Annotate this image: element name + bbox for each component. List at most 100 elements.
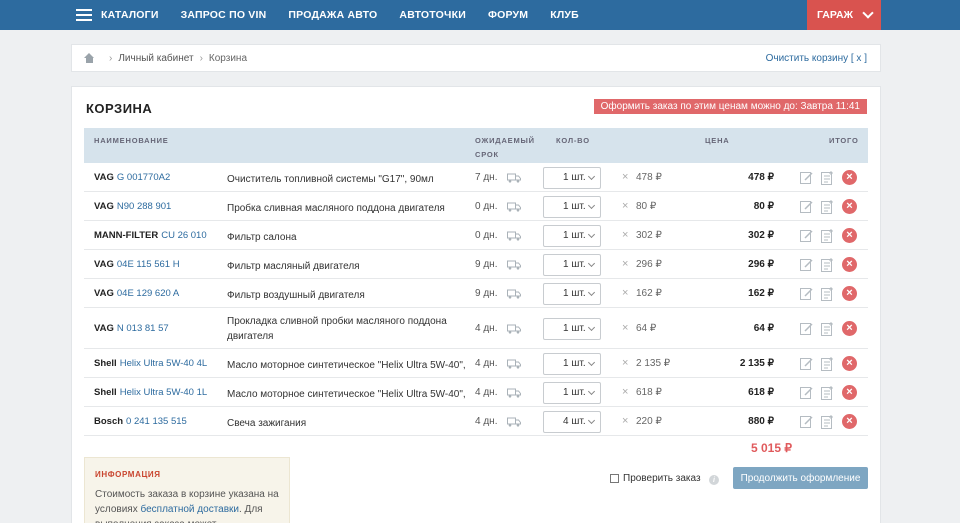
nav-forum[interactable]: ФОРУМ	[488, 9, 528, 21]
part-brand: VAG 04E 129 620 A	[94, 288, 179, 299]
remove-icon[interactable]: ×	[842, 385, 857, 400]
line-total: 880 ₽	[748, 415, 774, 427]
part-description: Прокладка сливной пробки масляного поддо…	[227, 316, 447, 342]
unit-price: 296 ₽	[636, 258, 662, 270]
quantity-select[interactable]: 1 шт.	[543, 381, 601, 404]
free-delivery-link[interactable]: бесплатной доставки	[141, 504, 240, 515]
header-qty: КОЛ-ВО	[556, 136, 590, 145]
info-icon[interactable]: i	[709, 475, 719, 485]
header-term: ОЖИДАЕМЫЙ	[475, 136, 535, 145]
cart-row: MANN-FILTER CU 26 010 Фильтр салона 0 дн. 1 …	[84, 221, 868, 250]
edit-icon[interactable]	[800, 386, 813, 399]
nav-club[interactable]: КЛУБ	[550, 9, 579, 21]
remove-icon[interactable]: ×	[842, 414, 857, 429]
quantity-select[interactable]: 1 шт.	[543, 224, 601, 247]
cart-row: Shell Helix Ultra 5W-40 4L Масло моторное …	[84, 349, 868, 378]
edit-icon[interactable]	[800, 171, 813, 184]
edit-icon[interactable]	[800, 322, 813, 335]
multiply-icon: ×	[622, 321, 629, 334]
clear-cart-link[interactable]: Очистить корзину [ x ]	[766, 53, 867, 64]
part-description: Масло моторное синтетическое "Helix Ultr…	[227, 359, 467, 371]
brand-name: VAG	[94, 287, 114, 299]
quantity-select[interactable]: 1 шт.	[543, 282, 601, 305]
part-number-link[interactable]: G 001770A2	[117, 172, 170, 183]
quantity-select[interactable]: 4 шт.	[543, 410, 601, 433]
quantity-value: 1 шт.	[563, 288, 586, 299]
add-note-icon[interactable]	[821, 356, 834, 371]
truck-icon	[507, 324, 521, 334]
add-note-icon[interactable]	[821, 321, 834, 336]
part-number-link[interactable]: 04E 115 561 H	[117, 259, 180, 270]
multiply-icon: ×	[622, 356, 629, 369]
add-note-icon[interactable]	[821, 385, 834, 400]
brand-name: Shell	[94, 386, 117, 398]
multiply-icon: ×	[622, 199, 629, 212]
remove-icon[interactable]: ×	[842, 228, 857, 243]
remove-icon[interactable]: ×	[842, 199, 857, 214]
brand-name: Bosch	[94, 415, 124, 427]
check-order-checkbox[interactable]: Проверить заказ	[610, 473, 701, 484]
quantity-value: 1 шт.	[563, 259, 586, 270]
continue-checkout-button[interactable]: Продолжить оформление	[733, 467, 868, 489]
cart-row: VAG 04E 129 620 A Фильтр воздушный двигате…	[84, 279, 868, 308]
check-order-label: Проверить заказ	[623, 473, 701, 484]
cart-row: Bosch 0 241 135 515 Свеча зажигания 4 дн. 4 …	[84, 407, 868, 436]
part-number-link[interactable]: Helix Ultra 5W-40 1L	[120, 387, 207, 398]
add-note-icon[interactable]	[821, 228, 834, 243]
quantity-select[interactable]: 1 шт.	[543, 352, 601, 375]
remove-icon[interactable]: ×	[842, 286, 857, 301]
breadcrumb-personal-cabinet[interactable]: Личный кабинет	[118, 53, 193, 64]
remove-icon[interactable]: ×	[842, 321, 857, 336]
table-header: НАИМЕНОВАНИЕ ОЖИДАЕМЫЙ СРОК КОЛ-ВО ЦЕНА …	[84, 128, 868, 163]
edit-icon[interactable]	[800, 287, 813, 300]
add-note-icon[interactable]	[821, 257, 834, 272]
nav-vin-request[interactable]: ЗАПРОС ПО VIN	[181, 9, 267, 21]
add-note-icon[interactable]	[821, 414, 834, 429]
remove-icon[interactable]: ×	[842, 356, 857, 371]
quantity-select[interactable]: 1 шт.	[543, 195, 601, 218]
edit-icon[interactable]	[800, 258, 813, 271]
nav-auto-points[interactable]: АВТОТОЧКИ	[399, 9, 466, 21]
garage-button[interactable]: ГАРАЖ	[807, 0, 881, 30]
delivery-days: 4 дн.	[475, 357, 498, 369]
quantity-select[interactable]: 1 шт.	[543, 253, 601, 276]
order-deadline-badge: Оформить заказ по этим ценам можно до: З…	[593, 99, 867, 114]
edit-icon[interactable]	[800, 200, 813, 213]
checkbox-icon[interactable]	[610, 474, 619, 483]
part-description: Масло моторное синтетическое "Helix Ultr…	[227, 388, 467, 400]
header-price: ЦЕНА	[705, 136, 730, 145]
edit-icon[interactable]	[800, 229, 813, 242]
unit-price: 618 ₽	[636, 386, 662, 398]
quantity-value: 1 шт.	[563, 358, 586, 369]
chevron-right-icon: ›	[109, 52, 113, 64]
brand-name: MANN-FILTER	[94, 229, 159, 241]
part-number-link[interactable]: 04E 129 620 A	[117, 288, 179, 299]
unit-price: 302 ₽	[636, 229, 662, 241]
delivery-days: 9 дн.	[475, 287, 498, 299]
nav-car-sale[interactable]: ПРОДАЖА АВТО	[288, 9, 377, 21]
edit-icon[interactable]	[800, 357, 813, 370]
truck-icon	[507, 173, 521, 183]
header-term-2: СРОК	[475, 150, 499, 159]
remove-icon[interactable]: ×	[842, 257, 857, 272]
home-icon[interactable]	[84, 53, 95, 63]
remove-icon[interactable]: ×	[842, 170, 857, 185]
part-brand: VAG 04E 115 561 H	[94, 259, 180, 270]
quantity-select[interactable]: 1 шт.	[543, 317, 601, 340]
part-number-link[interactable]: N90 288 901	[117, 201, 171, 212]
cart-row: VAG G 001770A2 Очиститель топливной систем…	[84, 163, 868, 192]
edit-icon[interactable]	[800, 415, 813, 428]
menu-icon[interactable]	[76, 9, 92, 21]
quantity-select[interactable]: 1 шт.	[543, 166, 601, 189]
part-number-link[interactable]: CU 26 010	[161, 230, 206, 241]
part-number-link[interactable]: N 013 81 57	[117, 323, 169, 334]
brand-name: VAG	[94, 322, 114, 334]
nav-catalogs[interactable]: КАТАЛОГИ	[101, 9, 159, 21]
line-total: 302 ₽	[748, 229, 774, 241]
truck-icon	[507, 202, 521, 212]
part-number-link[interactable]: 0 241 135 515	[126, 416, 187, 427]
part-number-link[interactable]: Helix Ultra 5W-40 4L	[120, 358, 207, 369]
add-note-icon[interactable]	[821, 286, 834, 301]
add-note-icon[interactable]	[821, 170, 834, 185]
add-note-icon[interactable]	[821, 199, 834, 214]
